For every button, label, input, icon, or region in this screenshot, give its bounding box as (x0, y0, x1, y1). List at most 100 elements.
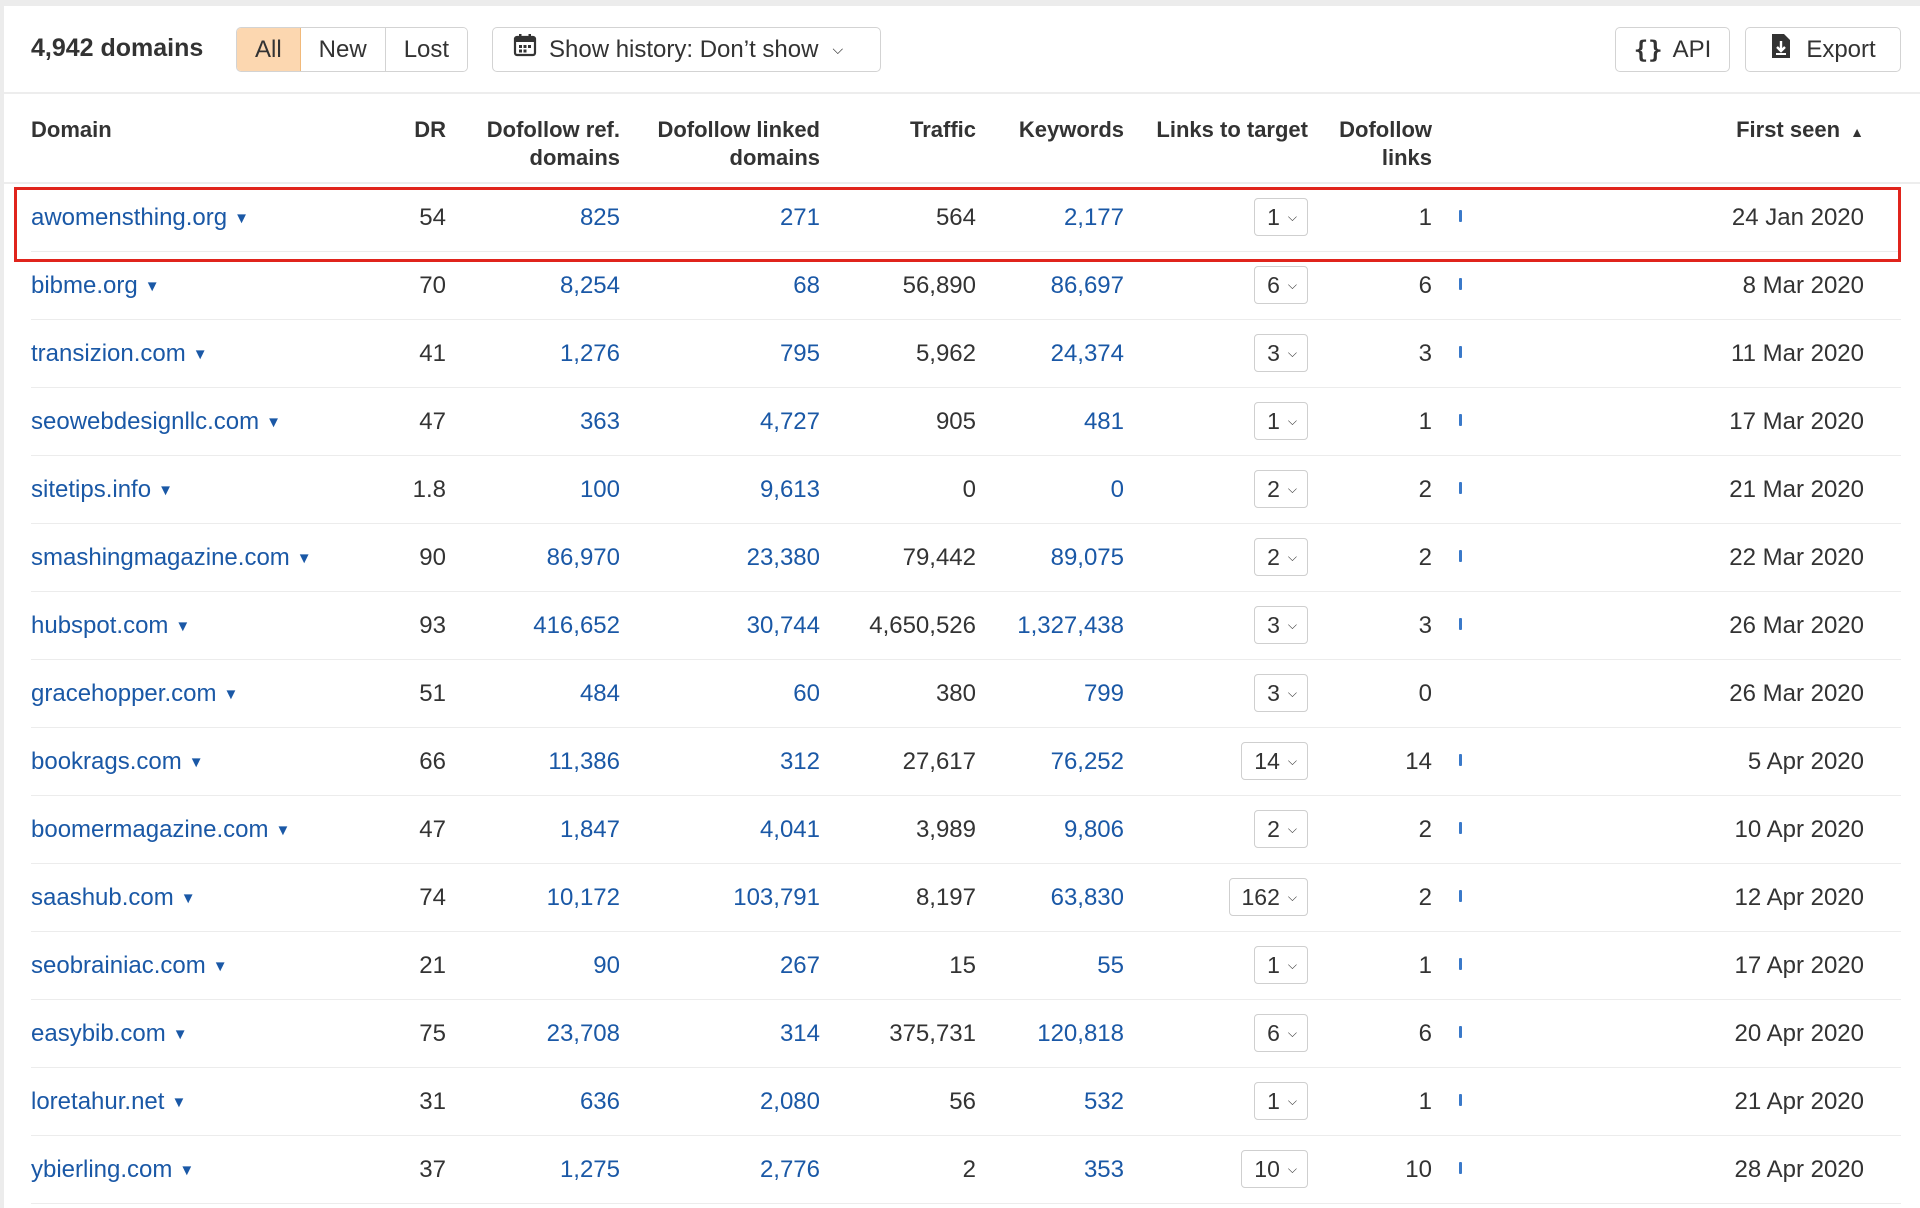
dofollow-ref-domains-link[interactable]: 636 (454, 1068, 620, 1136)
dofollow-linked-domains-link[interactable]: 103,791 (634, 864, 820, 932)
domain-link[interactable]: bookrags.com ▼ (31, 728, 204, 796)
domain-link[interactable]: bibme.org ▼ (31, 252, 160, 320)
keywords-link[interactable]: 9,806 (994, 796, 1124, 864)
caret-down-icon[interactable]: ▼ (275, 822, 290, 839)
domain-link[interactable]: awomensthing.org ▼ (31, 184, 249, 252)
caret-down-icon[interactable]: ▼ (189, 754, 204, 771)
domain-link[interactable]: saashub.com ▼ (31, 864, 196, 932)
show-history-dropdown[interactable]: Show history: Don’t show ⌵ (492, 27, 881, 72)
dofollow-ref-domains-link[interactable]: 86,970 (454, 524, 620, 592)
domain-link[interactable]: ybierling.com ▼ (31, 1136, 194, 1204)
dofollow-ref-domains-link[interactable]: 10,172 (454, 864, 620, 932)
links-to-target-dropdown[interactable]: 3 ⌵ (1254, 606, 1308, 644)
caret-down-icon[interactable]: ▼ (297, 550, 312, 567)
dofollow-linked-domains-link[interactable]: 60 (634, 660, 820, 728)
export-button[interactable]: Export (1745, 27, 1901, 72)
dofollow-linked-domains-link[interactable]: 2,776 (634, 1136, 820, 1204)
links-to-target-dropdown[interactable]: 1 ⌵ (1254, 198, 1308, 236)
column-dofollow-links[interactable]: Dofollow links (1324, 116, 1432, 172)
column-links-to-target[interactable]: Links to target (1144, 116, 1308, 144)
dofollow-linked-domains-link[interactable]: 312 (634, 728, 820, 796)
domain-link[interactable]: sitetips.info ▼ (31, 456, 173, 524)
api-button[interactable]: {} API (1615, 27, 1730, 72)
column-traffic[interactable]: Traffic (854, 116, 976, 144)
links-to-target-dropdown[interactable]: 2 ⌵ (1254, 470, 1308, 508)
dofollow-ref-domains-link[interactable]: 11,386 (454, 728, 620, 796)
dofollow-linked-domains-link[interactable]: 4,041 (634, 796, 820, 864)
dofollow-linked-domains-link[interactable]: 4,727 (634, 388, 820, 456)
links-to-target-dropdown[interactable]: 1 ⌵ (1254, 1082, 1308, 1120)
keywords-link[interactable]: 1,327,438 (994, 592, 1124, 660)
caret-down-icon[interactable]: ▼ (193, 346, 208, 363)
caret-down-icon[interactable]: ▼ (179, 1162, 194, 1179)
dofollow-ref-domains-link[interactable]: 1,276 (454, 320, 620, 388)
keywords-link[interactable]: 120,818 (994, 1000, 1124, 1068)
dofollow-linked-domains-link[interactable]: 2,080 (634, 1068, 820, 1136)
dofollow-linked-domains-link[interactable]: 267 (634, 932, 820, 1000)
keywords-link[interactable]: 481 (994, 388, 1124, 456)
dofollow-ref-domains-link[interactable]: 100 (454, 456, 620, 524)
dofollow-ref-domains-link[interactable]: 484 (454, 660, 620, 728)
dofollow-ref-domains-link[interactable]: 90 (454, 932, 620, 1000)
dofollow-linked-domains-link[interactable]: 68 (634, 252, 820, 320)
links-to-target-dropdown[interactable]: 6 ⌵ (1254, 266, 1308, 304)
links-to-target-dropdown[interactable]: 3 ⌵ (1254, 674, 1308, 712)
column-dofollow-ref-domains[interactable]: Dofollow ref. domains (454, 116, 620, 172)
caret-down-icon[interactable]: ▼ (173, 1026, 188, 1043)
dofollow-ref-domains-link[interactable]: 825 (454, 184, 620, 252)
keywords-link[interactable]: 799 (994, 660, 1124, 728)
dofollow-linked-domains-link[interactable]: 271 (634, 184, 820, 252)
column-first-seen[interactable]: First seen ▲ (1704, 116, 1864, 146)
filter-new-button[interactable]: New (300, 28, 386, 71)
links-to-target-dropdown[interactable]: 6 ⌵ (1254, 1014, 1308, 1052)
caret-down-icon[interactable]: ▼ (223, 686, 238, 703)
keywords-link[interactable]: 2,177 (994, 184, 1124, 252)
filter-lost-button[interactable]: Lost (385, 28, 468, 71)
caret-down-icon[interactable]: ▼ (266, 414, 281, 431)
caret-down-icon[interactable]: ▼ (234, 210, 249, 227)
dofollow-ref-domains-link[interactable]: 1,275 (454, 1136, 620, 1204)
dofollow-ref-domains-link[interactable]: 416,652 (454, 592, 620, 660)
domain-link[interactable]: boomermagazine.com ▼ (31, 796, 290, 864)
caret-down-icon[interactable]: ▼ (181, 890, 196, 907)
caret-down-icon[interactable]: ▼ (213, 958, 228, 975)
dofollow-ref-domains-link[interactable]: 23,708 (454, 1000, 620, 1068)
links-to-target-dropdown[interactable]: 2 ⌵ (1254, 538, 1308, 576)
dofollow-linked-domains-link[interactable]: 314 (634, 1000, 820, 1068)
dofollow-linked-domains-link[interactable]: 795 (634, 320, 820, 388)
keywords-link[interactable]: 89,075 (994, 524, 1124, 592)
domain-link[interactable]: easybib.com ▼ (31, 1000, 188, 1068)
keywords-link[interactable]: 353 (994, 1136, 1124, 1204)
domain-link[interactable]: transizion.com ▼ (31, 320, 208, 388)
links-to-target-dropdown[interactable]: 3 ⌵ (1254, 334, 1308, 372)
keywords-link[interactable]: 55 (994, 932, 1124, 1000)
column-dr[interactable]: DR (404, 116, 446, 144)
keywords-link[interactable]: 24,374 (994, 320, 1124, 388)
caret-down-icon[interactable]: ▼ (158, 482, 173, 499)
dofollow-linked-domains-link[interactable]: 30,744 (634, 592, 820, 660)
keywords-link[interactable]: 76,252 (994, 728, 1124, 796)
dofollow-ref-domains-link[interactable]: 363 (454, 388, 620, 456)
caret-down-icon[interactable]: ▼ (171, 1094, 186, 1111)
dofollow-ref-domains-link[interactable]: 8,254 (454, 252, 620, 320)
keywords-link[interactable]: 63,830 (994, 864, 1124, 932)
caret-down-icon[interactable]: ▼ (175, 618, 190, 635)
column-keywords[interactable]: Keywords (994, 116, 1124, 144)
keywords-link[interactable]: 532 (994, 1068, 1124, 1136)
filter-all-button[interactable]: All (237, 28, 301, 71)
caret-down-icon[interactable]: ▼ (145, 278, 160, 295)
links-to-target-dropdown[interactable]: 2 ⌵ (1254, 810, 1308, 848)
domain-link[interactable]: hubspot.com ▼ (31, 592, 190, 660)
keywords-link[interactable]: 86,697 (994, 252, 1124, 320)
links-to-target-dropdown[interactable]: 1 ⌵ (1254, 402, 1308, 440)
domain-link[interactable]: seowebdesignllc.com ▼ (31, 388, 281, 456)
column-dofollow-linked-domains[interactable]: Dofollow linked domains (634, 116, 820, 172)
domain-link[interactable]: smashingmagazine.com ▼ (31, 524, 312, 592)
keywords-link[interactable]: 0 (994, 456, 1124, 524)
links-to-target-dropdown[interactable]: 1 ⌵ (1254, 946, 1308, 984)
domain-link[interactable]: loretahur.net ▼ (31, 1068, 186, 1136)
links-to-target-dropdown[interactable]: 14 ⌵ (1241, 742, 1308, 780)
dofollow-linked-domains-link[interactable]: 9,613 (634, 456, 820, 524)
dofollow-linked-domains-link[interactable]: 23,380 (634, 524, 820, 592)
column-domain[interactable]: Domain (31, 116, 112, 144)
